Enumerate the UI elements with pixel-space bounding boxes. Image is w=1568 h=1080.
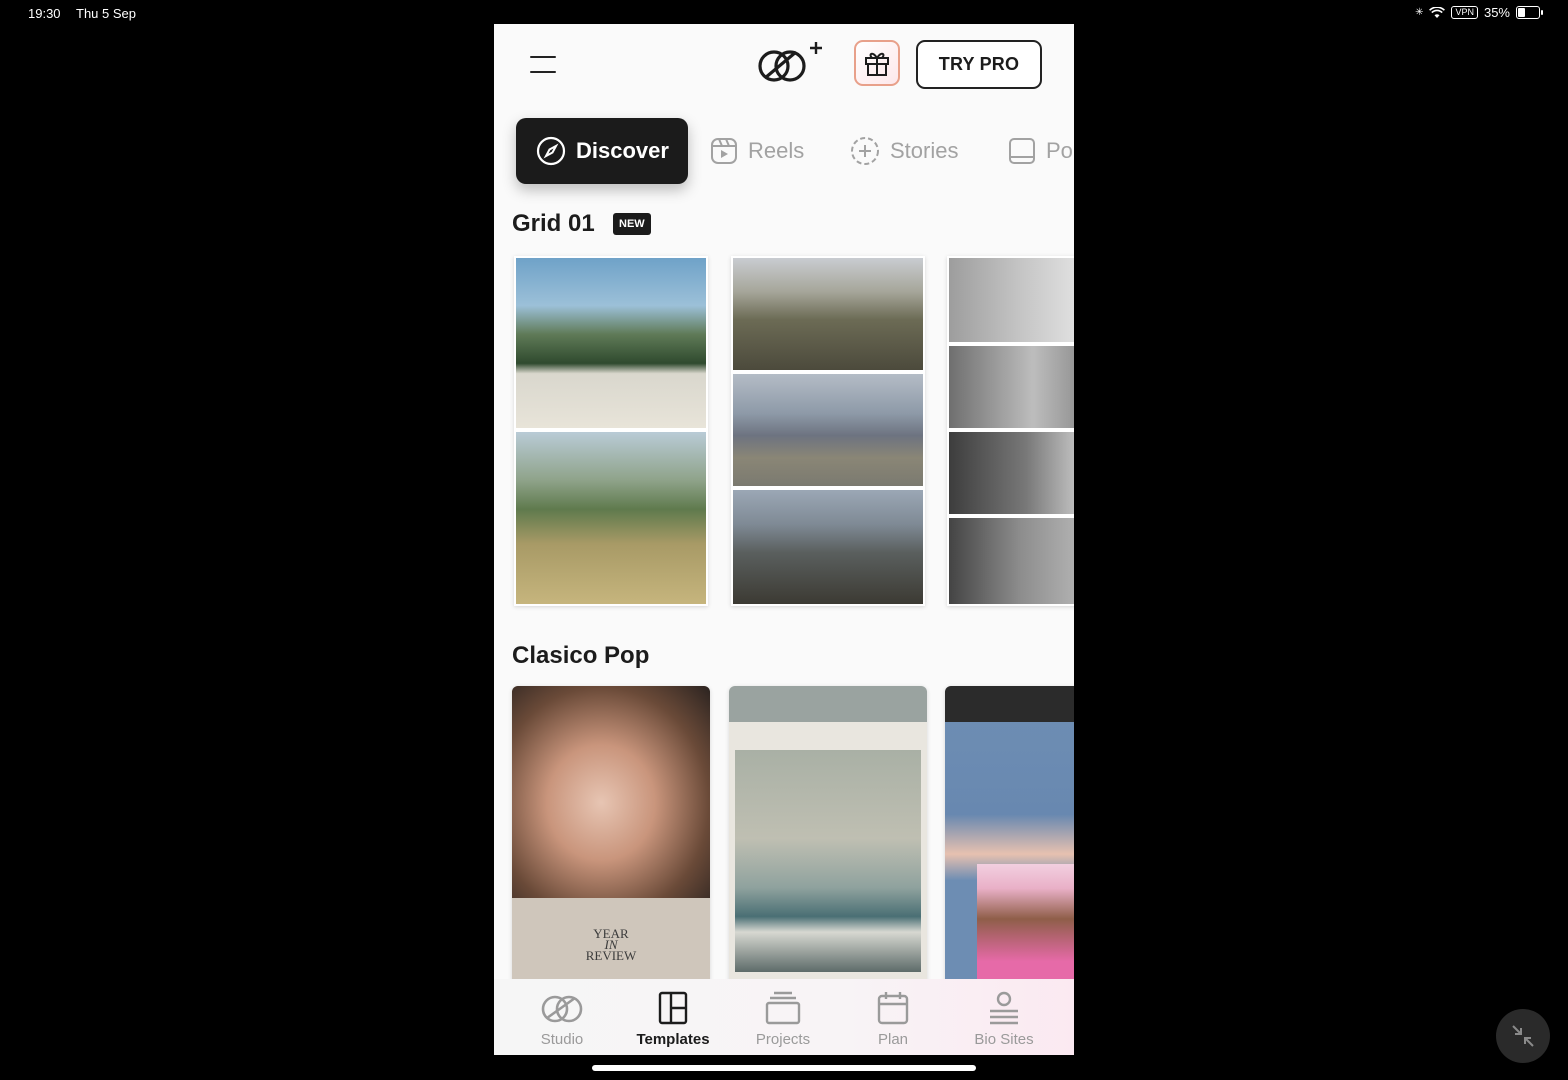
photo (733, 374, 923, 486)
collapse-button[interactable] (1496, 1009, 1550, 1063)
category-tabs: Discover Reels Stories Po (516, 118, 1074, 184)
section-title: Clasico Pop (512, 642, 650, 669)
photo (949, 258, 1074, 342)
gift-button[interactable] (854, 40, 900, 86)
activity-icon: ✳ (1415, 7, 1424, 18)
home-indicator[interactable] (592, 1065, 976, 1071)
photo (733, 490, 923, 604)
tab-post[interactable]: Po (1008, 118, 1073, 184)
bottom-nav: Studio Templates Projects Plan Bio Sites (494, 979, 1074, 1055)
compass-icon (536, 136, 566, 166)
status-right: ✳ VPN 35% (1415, 5, 1543, 20)
tab-label: Reels (748, 138, 805, 163)
nav-bio-sites[interactable]: Bio Sites (954, 991, 1054, 1048)
photo (735, 750, 921, 972)
photo (512, 686, 710, 898)
template-card[interactable]: YEAR IN REVIEW (512, 686, 710, 986)
nav-label: Bio Sites (974, 1031, 1034, 1048)
calendar-icon (877, 992, 909, 1025)
nav-label: Studio (540, 1031, 584, 1048)
new-badge: NEW (613, 213, 651, 235)
app-window: TRY PRO Discover Reels Stories Po Grid 0… (494, 24, 1074, 1055)
reels-icon (711, 138, 737, 164)
unfold-logo-plus-icon[interactable] (756, 40, 826, 90)
title-panel: YEAR IN REVIEW (512, 898, 710, 986)
photo (516, 258, 706, 428)
photo (949, 346, 1074, 428)
tab-label: Stories (890, 138, 959, 163)
projects-icon (765, 991, 801, 1025)
template-card[interactable] (731, 256, 925, 606)
stories-icon (851, 137, 879, 165)
photo (733, 258, 923, 370)
nav-label: Projects (755, 1031, 811, 1048)
nav-studio[interactable]: Studio (512, 991, 612, 1048)
nav-label: Templates (636, 1031, 710, 1048)
tab-reels[interactable]: Reels (710, 118, 804, 184)
template-card[interactable] (514, 256, 708, 606)
template-card[interactable] (947, 256, 1074, 606)
nav-templates[interactable]: Templates (623, 991, 723, 1048)
vpn-badge: VPN (1451, 6, 1478, 19)
nav-plan[interactable]: Plan (843, 991, 943, 1048)
tab-discover[interactable]: Discover (516, 118, 688, 184)
templates-icon (658, 991, 688, 1025)
photo (516, 432, 706, 604)
tab-label: Po (1046, 138, 1073, 163)
status-time: 19:30 (28, 6, 61, 21)
studio-icon (541, 995, 583, 1023)
tab-stories[interactable]: Stories (850, 118, 958, 184)
hamburger-icon[interactable] (530, 54, 558, 76)
template-card[interactable] (729, 686, 927, 986)
photo (977, 864, 1074, 986)
nav-label: Plan (877, 1031, 909, 1048)
try-pro-button[interactable]: TRY PRO (916, 40, 1042, 89)
template-card[interactable] (945, 686, 1074, 986)
battery-percent: 35% (1483, 5, 1510, 20)
bio-sites-icon (990, 991, 1018, 1025)
gift-icon (865, 52, 889, 76)
section-title: Grid 01 (512, 210, 595, 237)
wifi-icon (1429, 6, 1446, 18)
photo (949, 432, 1074, 514)
battery-icon (1516, 6, 1543, 19)
status-date: Thu 5 Sep (76, 6, 136, 21)
tab-label: Discover (576, 138, 669, 163)
photo (949, 518, 1074, 604)
nav-projects[interactable]: Projects (733, 991, 833, 1048)
post-icon (1009, 138, 1035, 164)
collapse-arrows-icon (1512, 1025, 1534, 1047)
status-bar: 19:30 Thu 5 Sep ✳ VPN 35% (0, 0, 1568, 26)
template-text: REVIEW (585, 948, 637, 963)
